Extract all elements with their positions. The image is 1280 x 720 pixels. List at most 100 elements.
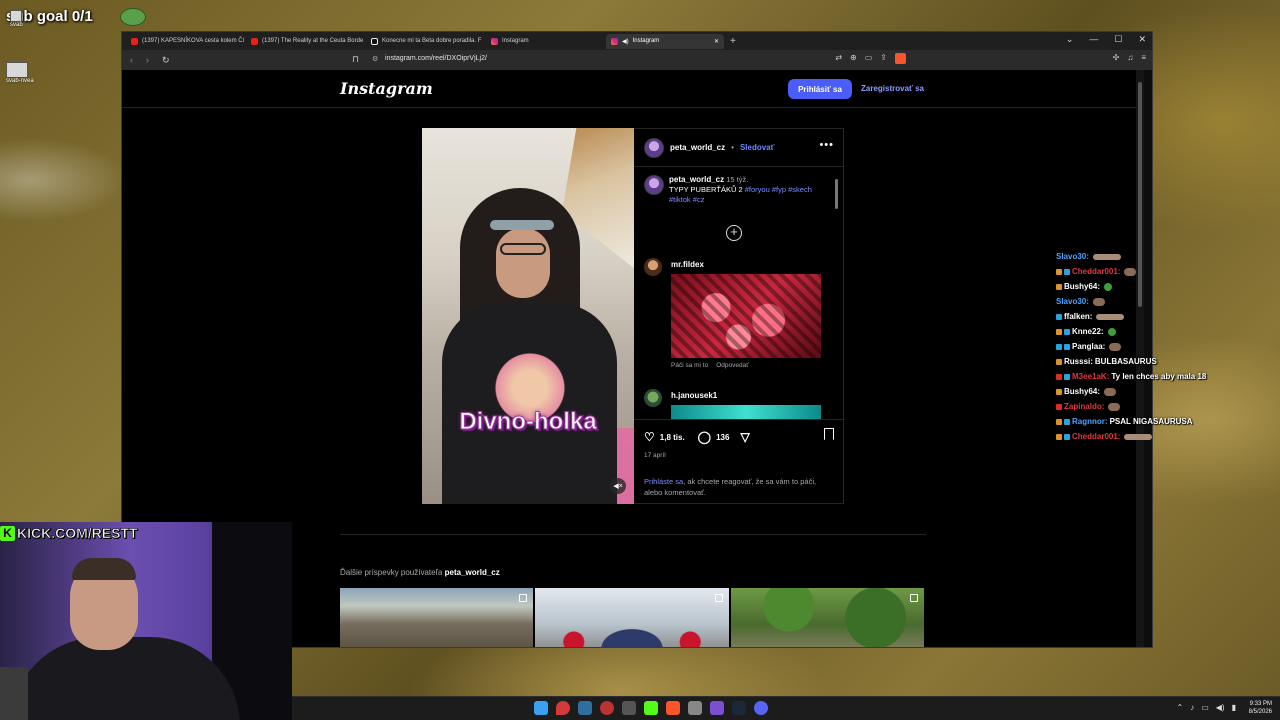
- like-icon[interactable]: ♡: [644, 430, 655, 444]
- post-username[interactable]: peta_world_cz: [670, 143, 725, 152]
- explorer-icon[interactable]: [578, 701, 592, 715]
- network-icon[interactable]: ▭: [1201, 703, 1209, 712]
- url-input[interactable]: instagram.com/reel/DXOiprVjLj2/: [385, 55, 487, 62]
- mute-icon[interactable]: ◀×: [610, 478, 626, 494]
- follow-button[interactable]: Sledovať: [740, 143, 775, 152]
- app-icon[interactable]: [622, 701, 636, 715]
- discord-icon[interactable]: [754, 701, 768, 715]
- twitch-icon[interactable]: [710, 701, 724, 715]
- emote-icon: [1108, 402, 1121, 411]
- comment-username[interactable]: h.janousek1: [671, 391, 717, 400]
- zoom-icon[interactable]: ⊕: [850, 53, 857, 64]
- menu-icon[interactable]: ≡: [1141, 53, 1146, 62]
- hashtag[interactable]: #skech: [788, 185, 812, 194]
- more-posts-user[interactable]: peta_world_cz: [445, 568, 500, 577]
- tab-search-icon[interactable]: ⌄: [1066, 34, 1074, 45]
- tab-instagram[interactable]: Instagram: [486, 34, 606, 49]
- close-tab-icon[interactable]: ✕: [714, 38, 719, 45]
- new-tab-button[interactable]: +: [730, 36, 736, 47]
- post-thumbnail[interactable]: [730, 588, 924, 647]
- reload-icon[interactable]: ↻: [162, 55, 170, 66]
- chat-username[interactable]: Cheddar001:: [1072, 267, 1120, 276]
- save-icon[interactable]: [824, 428, 834, 440]
- minimize-button[interactable]: —: [1089, 34, 1098, 45]
- volume-icon[interactable]: ◀): [1216, 703, 1225, 712]
- media-icon[interactable]: ♫: [1127, 53, 1133, 62]
- chat-username[interactable]: Knne22:: [1072, 327, 1104, 336]
- avatar[interactable]: [644, 137, 664, 158]
- caption-username[interactable]: peta_world_cz: [669, 175, 724, 184]
- notepad-icon[interactable]: [688, 701, 702, 715]
- chat-username[interactable]: Ragnnor:: [1072, 417, 1108, 426]
- back-icon[interactable]: ‹: [130, 55, 138, 65]
- chat-message: Zapinaldo:: [1056, 399, 1226, 414]
- signup-link[interactable]: Zaregistrovať sa: [861, 84, 924, 93]
- start-icon[interactable]: [534, 701, 548, 715]
- kick-app-icon[interactable]: [644, 701, 658, 715]
- avatar[interactable]: [644, 389, 662, 407]
- tray-chevron-icon[interactable]: ⌃: [1177, 703, 1184, 712]
- comment-gif: [671, 274, 821, 358]
- chat-username[interactable]: Slavo30:: [1056, 297, 1089, 306]
- mic-tray-icon[interactable]: ♪: [1190, 703, 1194, 712]
- chrome-icon[interactable]: [600, 701, 614, 715]
- comments-scroll-thumb[interactable]: [835, 179, 838, 209]
- forward-icon[interactable]: ›: [146, 55, 154, 65]
- emote-icon: [1092, 297, 1105, 306]
- comments-section[interactable]: peta_world_cz 15 týž. TYPY PUBERŤÁKŮ 2 #…: [634, 167, 844, 419]
- comment-like-button[interactable]: Páči sa mi to: [671, 362, 708, 369]
- maps-icon[interactable]: [556, 701, 570, 715]
- comments-scrollbar[interactable]: [834, 167, 840, 419]
- emote-icon: [1124, 267, 1137, 276]
- comment-icon[interactable]: ◯: [698, 430, 711, 444]
- hashtag[interactable]: #foryou: [745, 185, 770, 194]
- chat-username[interactable]: M3ee1aK:: [1072, 372, 1109, 381]
- post-date: 17 apríl: [644, 452, 666, 459]
- login-button[interactable]: Prihlásiť sa: [788, 79, 852, 99]
- brave-shields-icon[interactable]: [895, 53, 906, 64]
- share-icon[interactable]: ⇪: [880, 53, 887, 64]
- chat-username[interactable]: Panglaa:: [1072, 342, 1105, 351]
- translate-icon[interactable]: ⇄: [835, 53, 842, 64]
- reel-video[interactable]: Divno-holka ◀×: [422, 128, 634, 504]
- chat-username[interactable]: Zapinaldo:: [1064, 402, 1104, 411]
- share-icon[interactable]: ▽: [740, 430, 749, 444]
- cast-icon[interactable]: ▭: [865, 53, 873, 64]
- close-window-button[interactable]: ✕: [1138, 34, 1146, 45]
- instagram-logo[interactable]: Instagram: [340, 79, 433, 98]
- hashtag[interactable]: #fyp: [772, 185, 786, 194]
- battery-icon[interactable]: ▮: [1232, 703, 1236, 712]
- extensions-icon[interactable]: ✣: [1113, 53, 1120, 62]
- system-clock[interactable]: 9:33 PM 8/5/2026: [1249, 700, 1272, 716]
- chat-username[interactable]: Bushy64:: [1064, 387, 1100, 396]
- tab-instagram-active[interactable]: ◀) Instagram ✕: [606, 33, 724, 49]
- chat-username[interactable]: Slavo30:: [1056, 252, 1089, 261]
- login-prompt-link[interactable]: Prihláste sa: [644, 477, 683, 486]
- avatar[interactable]: [644, 258, 662, 276]
- hashtag[interactable]: #tiktok: [669, 195, 691, 204]
- chat-username[interactable]: Russsi:: [1064, 357, 1093, 366]
- more-options-icon[interactable]: •••: [819, 139, 834, 151]
- steam-icon[interactable]: [732, 701, 746, 715]
- tab-tiktok[interactable]: Konecne mi ta Beta dobre poradila. F: [366, 34, 486, 49]
- chat-username[interactable]: Cheddar001:: [1072, 432, 1120, 441]
- post-thumbnail[interactable]: [535, 588, 729, 647]
- bookmark-icon[interactable]: ⊓: [352, 54, 359, 65]
- comment-username[interactable]: mr.fildex: [671, 260, 704, 269]
- load-more-comments-icon[interactable]: +: [726, 225, 742, 241]
- desktop-icon-svab-nvea[interactable]: svab-nvea: [6, 62, 34, 84]
- brave-icon[interactable]: [666, 701, 680, 715]
- desktop-icon-svab[interactable]: svab: [10, 10, 23, 28]
- maximize-button[interactable]: ☐: [1114, 34, 1122, 45]
- chat-username[interactable]: ffalken:: [1064, 312, 1092, 321]
- tab-youtube-1[interactable]: (1397) KAPESNÍKOVA cesta kolem Čí: [126, 34, 246, 49]
- tab-youtube-2[interactable]: (1397) The Reality at the Ceuta Borde: [246, 34, 366, 49]
- hashtag[interactable]: #cz: [693, 195, 705, 204]
- image-file-icon: [6, 62, 28, 78]
- comment-reply-button[interactable]: Odpovedať: [716, 362, 748, 369]
- carousel-icon: [714, 594, 723, 602]
- avatar[interactable]: [644, 175, 664, 195]
- chat-username[interactable]: Bushy64:: [1064, 282, 1100, 291]
- post-thumbnail[interactable]: [340, 588, 534, 647]
- site-info-icon[interactable]: ⚙: [372, 55, 378, 63]
